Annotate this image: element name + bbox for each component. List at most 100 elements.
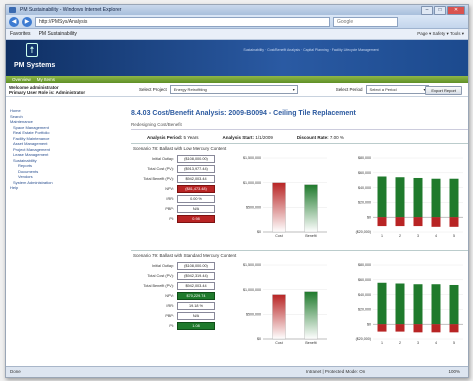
y-tick-label: $20,000	[358, 308, 371, 312]
command-bar[interactable]: Page ▾ Safety ▾ Tools ▾	[417, 31, 464, 37]
window-title: PM Sustainability - Windows Internet Exp…	[20, 7, 122, 13]
browser-window: PM Sustainability - Windows Internet Exp…	[5, 4, 469, 378]
y-tick-label: $1,000,000	[243, 181, 261, 185]
x-tick-label: 4	[435, 341, 437, 345]
minimize-button[interactable]: –	[421, 6, 433, 15]
y-tick-label: $500,000	[246, 206, 261, 210]
toolbar-row: Welcome administrator Primary User Role …	[6, 83, 468, 97]
main-content: 8.4.03 Cost/Benefit Analysis: 2009-B0094…	[131, 108, 468, 367]
user-role-text: Primary User Role is: Administrator	[9, 89, 86, 95]
url-input[interactable]: http://PMSys/Analysis	[35, 16, 330, 27]
scenario-fields: Initial Outlay: ($108,000.00) Total Cost (…	[131, 154, 231, 224]
bar-cost	[272, 182, 286, 233]
metric-value: 0.00 %	[177, 195, 215, 203]
analysis-period-value: 5 Years	[183, 135, 199, 140]
metric-row: NPV: ($81,473.48)	[131, 184, 231, 194]
menu-item-my-items[interactable]: My Items	[37, 76, 55, 83]
cost-bar	[413, 217, 423, 227]
browser-tab[interactable]: PM Sustainability	[39, 31, 77, 37]
back-icon[interactable]: ◀	[9, 16, 19, 27]
benefit-bar	[413, 177, 423, 218]
y-tick-label: $20,000	[358, 201, 371, 205]
cost-bar	[449, 324, 459, 333]
benefit-bar	[395, 283, 405, 325]
close-button[interactable]: ✕	[447, 6, 465, 15]
bar-benefit	[304, 291, 318, 340]
security-zone: Intranet | Protected Mode: On	[306, 369, 366, 374]
discount-rate-label: Discount Rate:	[296, 135, 329, 140]
benefit-bar	[431, 178, 441, 218]
period-select[interactable]: Select a Period	[365, 85, 429, 94]
annual-cashflow-chart: $80,000 $60,000 $40,000 $20,000 $0 ($20,000) 1…	[356, 156, 463, 238]
y-tick-label: $80,000	[358, 156, 371, 160]
logo-icon: ☨	[26, 43, 38, 57]
app-header: ☨ PM Systems Sustainability · Cost/Benef…	[6, 40, 468, 76]
metric-value: 19.18 %	[177, 302, 215, 310]
ie-icon	[9, 7, 16, 13]
maximize-button[interactable]: □	[434, 6, 446, 15]
metric-value: N/A	[177, 205, 215, 213]
metric-row: Total Benefit (PV): $942,003.44	[131, 281, 231, 291]
page-subtitle: Redesigning Cost/Benefit	[131, 122, 468, 130]
y-tick-label: $60,000	[358, 278, 371, 282]
sidebar-nav: Home Search Maintenance Space Management Rea…	[6, 108, 135, 367]
metric-row: PI: 0.98	[131, 214, 231, 224]
x-tick-label: Cost	[275, 234, 282, 238]
menu-item-overview[interactable]: Overview	[12, 76, 31, 83]
metric-value: ($108,000.00)	[177, 155, 215, 163]
favorites-button[interactable]: Favorites	[10, 31, 31, 37]
cost-benefit-chart: $1,500,000 $1,000,000 $500,000 $0 Cost Benefi…	[243, 263, 327, 345]
menu-bar: Overview My Items	[6, 76, 468, 83]
analysis-period-label: Analysis Period:	[147, 135, 183, 140]
metric-value: 0.98	[177, 215, 215, 223]
metric-label: IRR:	[166, 197, 174, 201]
x-tick-label: 5	[453, 234, 455, 238]
analysis-meta: Analysis Period: 5 Years Analysis Start:…	[147, 135, 468, 140]
scenario-fields: Initial Outlay: ($108,000.00) Total Cost (…	[131, 261, 231, 331]
analysis-start-value: 1/1/2009	[255, 135, 273, 140]
search-input[interactable]: Google	[333, 16, 398, 27]
metric-label: NPV:	[165, 294, 174, 298]
cost-bar	[395, 217, 405, 227]
metric-value: $942,003.44	[177, 175, 215, 183]
benefit-bar	[377, 282, 387, 325]
benefit-bar	[413, 284, 423, 325]
x-tick-label: Benefit	[305, 341, 316, 345]
metric-label: Initial Outlay:	[152, 157, 174, 161]
metric-row: Total Benefit (PV): $942,003.44	[131, 174, 231, 184]
page-title: 8.4.03 Cost/Benefit Analysis: 2009-B0094…	[131, 110, 356, 117]
x-tick-label: Cost	[275, 341, 282, 345]
cost-bar	[431, 324, 441, 333]
brand-name: PM Systems	[14, 62, 56, 69]
metric-row: PBP: N/A	[131, 311, 231, 321]
project-select[interactable]: Energy Retrofitting	[169, 85, 298, 94]
y-tick-label: $1,000,000	[243, 288, 261, 292]
forward-icon[interactable]: ▶	[22, 16, 32, 27]
y-tick-label: $40,000	[358, 293, 371, 297]
metric-label: NPV:	[165, 187, 174, 191]
export-report-button[interactable]: Export Report	[425, 86, 462, 95]
y-tick-label: ($20,000)	[356, 230, 371, 234]
y-tick-label: $60,000	[358, 171, 371, 175]
user-info: Welcome administrator Primary User Role …	[6, 85, 119, 95]
y-tick-label: $1,500,000	[243, 156, 261, 160]
address-bar: ◀ ▶ http://PMSys/Analysis Google	[6, 15, 468, 29]
y-tick-label: ($20,000)	[356, 337, 371, 341]
x-tick-label: 2	[399, 234, 401, 238]
metric-label: Initial Outlay:	[152, 264, 174, 268]
metric-label: PI:	[169, 217, 174, 221]
metric-value: ($108,000.00)	[177, 262, 215, 270]
x-tick-label: Benefit	[305, 234, 316, 238]
metric-row: PI: 1.08	[131, 321, 231, 331]
y-tick-label: $80,000	[358, 263, 371, 267]
zoom-level[interactable]: 100%	[448, 367, 460, 377]
sidebar-item-help[interactable]: Help	[10, 185, 135, 191]
cost-bar	[413, 324, 423, 333]
x-tick-label: 3	[417, 234, 419, 238]
x-tick-label: 2	[399, 341, 401, 345]
benefit-bar	[449, 284, 459, 325]
metric-value: $70,229.74	[177, 292, 215, 300]
window-titlebar: PM Sustainability - Windows Internet Exp…	[6, 5, 468, 15]
metric-row: Initial Outlay: ($108,000.00)	[131, 154, 231, 164]
benefit-bar	[395, 177, 405, 218]
